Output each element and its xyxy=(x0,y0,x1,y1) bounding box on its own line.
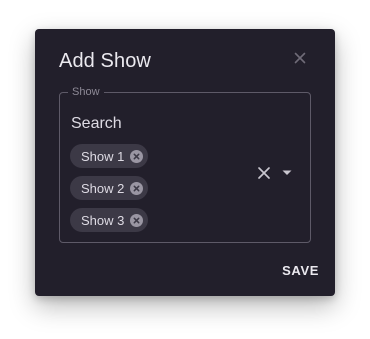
chip-remove-button[interactable] xyxy=(130,149,144,163)
chip-show-3[interactable]: Show 3 xyxy=(70,208,149,232)
chip-label: Show 3 xyxy=(81,212,125,228)
chip-label: Show 2 xyxy=(81,180,125,196)
chip-remove-button[interactable] xyxy=(130,213,144,227)
dialog-title: Add Show xyxy=(59,50,151,72)
arrow-drop-down-icon xyxy=(282,170,292,175)
chip-remove-button[interactable] xyxy=(130,181,144,195)
save-button[interactable]: SAVE xyxy=(282,263,319,278)
clear-icon xyxy=(258,167,270,179)
search-input[interactable]: Search xyxy=(71,115,122,133)
field-legend: Show xyxy=(72,86,100,98)
chip-show-2[interactable]: Show 2 xyxy=(70,176,149,200)
close-button[interactable] xyxy=(291,49,309,67)
close-icon xyxy=(294,52,306,64)
dropdown-button[interactable] xyxy=(280,167,294,179)
add-show-dialog: Add Show Show Search Show 1 Show 2 Show … xyxy=(35,29,335,296)
cancel-circle-icon xyxy=(130,181,144,195)
chip-label: Show 1 xyxy=(81,148,125,164)
cancel-circle-icon xyxy=(130,149,144,163)
clear-button[interactable] xyxy=(256,165,272,181)
chip-show-1[interactable]: Show 1 xyxy=(70,144,149,168)
show-autocomplete-field[interactable]: Show Search Show 1 Show 2 Show 3 xyxy=(59,86,311,243)
cancel-circle-icon xyxy=(130,213,144,227)
